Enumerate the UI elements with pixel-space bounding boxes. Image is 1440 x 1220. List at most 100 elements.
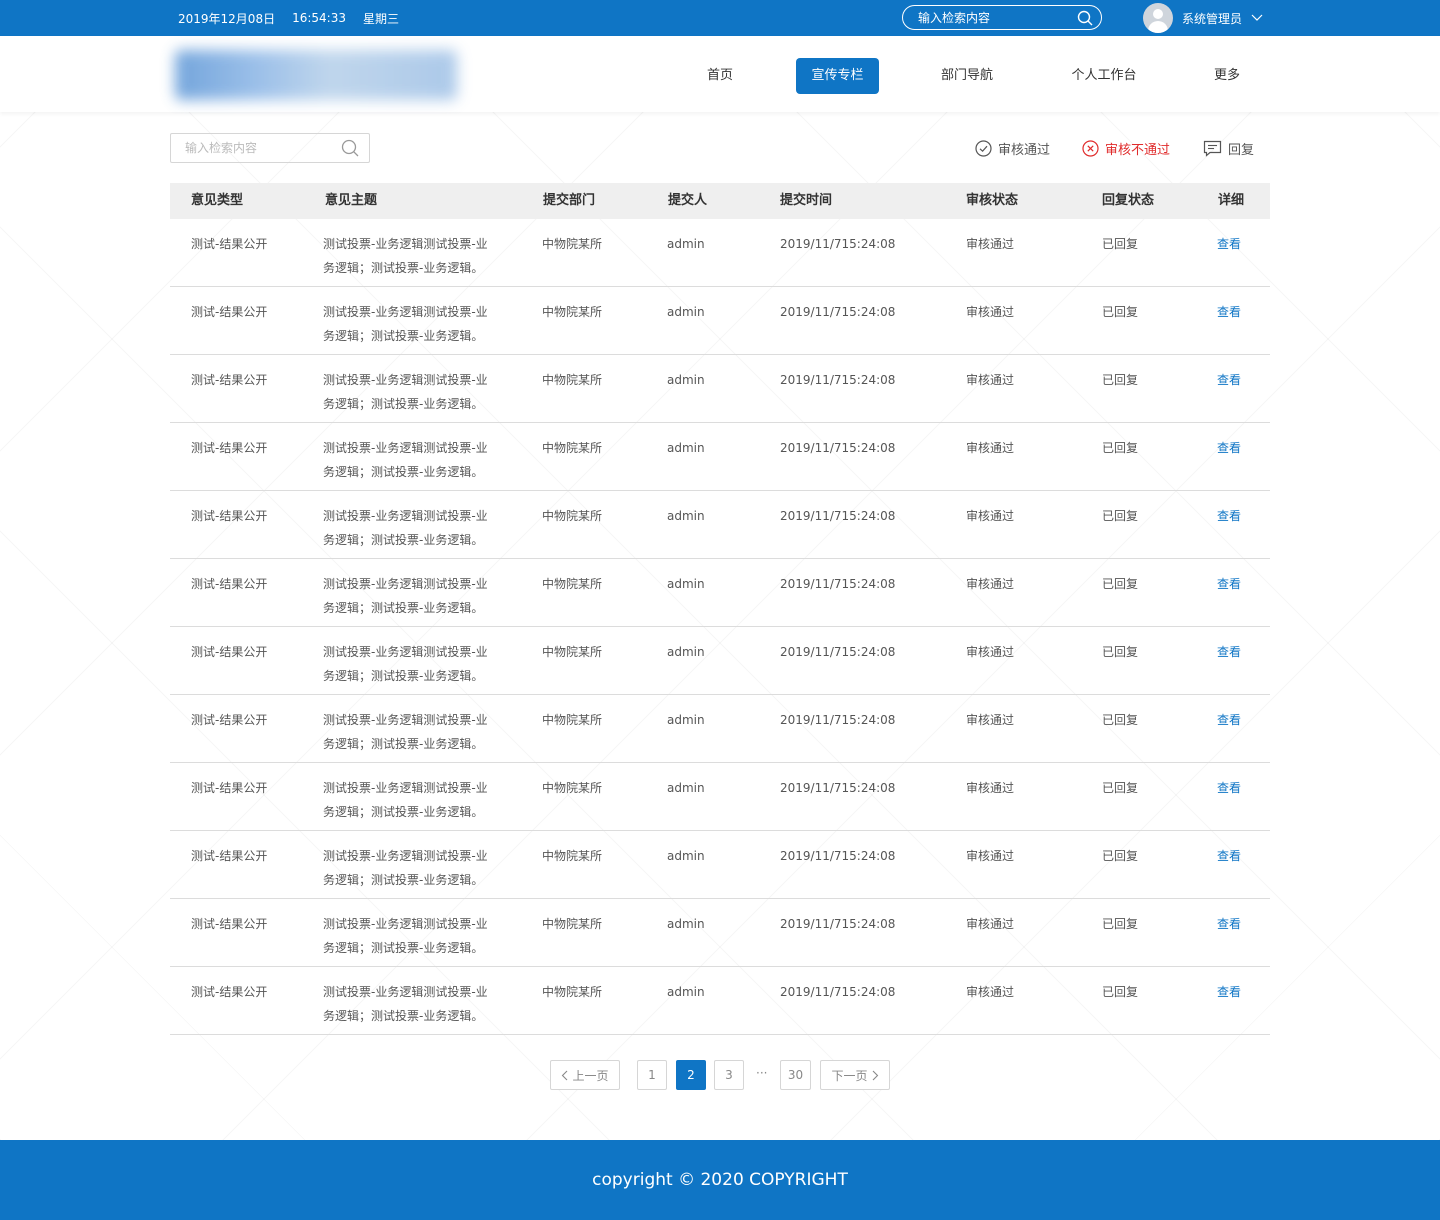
cell-department: 中物院某所 xyxy=(542,849,603,863)
global-search-input[interactable] xyxy=(918,10,1077,25)
cell-topic-line: 务逻辑；测试投票-业务逻辑。 xyxy=(323,329,484,343)
view-link[interactable]: 查看 xyxy=(1217,640,1241,664)
view-link[interactable]: 查看 xyxy=(1217,980,1241,1004)
view-link[interactable]: 查看 xyxy=(1217,776,1241,800)
search-icon[interactable] xyxy=(1077,10,1093,26)
cell-reply-status: 已回复 xyxy=(1102,645,1139,659)
cell-topic: 测试投票-业务逻辑测试投票-业 务逻辑；测试投票-业务逻辑。 xyxy=(323,232,498,280)
nav-item-publicity[interactable]: 宣传专栏 xyxy=(796,58,879,94)
view-link[interactable]: 查看 xyxy=(1217,912,1241,936)
cell-topic: 测试投票-业务逻辑测试投票-业 务逻辑；测试投票-业务逻辑。 xyxy=(323,572,498,620)
nav-item-departments[interactable]: 部门导航 xyxy=(927,58,1007,94)
table-row: 测试-结果公开 测试投票-业务逻辑测试投票-业 务逻辑；测试投票-业务逻辑。 中物院某… xyxy=(170,967,1270,1035)
chevron-down-icon[interactable] xyxy=(1251,14,1263,22)
cell-audit-status: 审核通过 xyxy=(966,849,1015,863)
cell-reply-status: 已回复 xyxy=(1102,373,1139,387)
cell-topic-line: 务逻辑；测试投票-业务逻辑。 xyxy=(323,533,484,547)
prev-page-button[interactable]: 上一页 xyxy=(550,1060,620,1090)
cell-submitter: admin xyxy=(667,645,705,659)
cell-type: 测试-结果公开 xyxy=(191,645,268,659)
column-header-type: 意见类型 xyxy=(191,193,244,208)
view-link[interactable]: 查看 xyxy=(1217,708,1241,732)
cell-time: 2019/11/715:24:08 xyxy=(780,509,896,523)
view-link[interactable]: 查看 xyxy=(1217,572,1241,596)
cell-time: 2019/11/715:24:08 xyxy=(780,645,896,659)
cell-type: 测试-结果公开 xyxy=(191,917,268,931)
view-link[interactable]: 查看 xyxy=(1217,300,1241,324)
cell-department: 中物院某所 xyxy=(542,237,603,251)
cell-type: 测试-结果公开 xyxy=(191,509,268,523)
approve-label: 审核通过 xyxy=(998,142,1051,158)
cell-audit-status: 审核通过 xyxy=(966,237,1015,251)
cell-type: 测试-结果公开 xyxy=(191,849,268,863)
nav-item-home[interactable]: 首页 xyxy=(690,58,750,94)
cell-department: 中物院某所 xyxy=(542,781,603,795)
page-button-3[interactable]: 3 xyxy=(714,1060,744,1090)
cell-topic-line: 测试投票-业务逻辑测试投票-业 xyxy=(323,849,488,863)
cell-department: 中物院某所 xyxy=(542,985,603,999)
cell-topic-line: 测试投票-业务逻辑测试投票-业 xyxy=(323,985,488,999)
next-page-button[interactable]: 下一页 xyxy=(820,1060,890,1090)
view-link[interactable]: 查看 xyxy=(1217,368,1241,392)
cell-submitter: admin xyxy=(667,305,705,319)
message-icon xyxy=(1203,140,1222,157)
current-time: 16:54:33 xyxy=(292,11,346,25)
reply-button[interactable]: 回复 xyxy=(1203,137,1254,159)
main-nav: 首页 宣传专栏 部门导航 个人工作台 更多 xyxy=(0,58,1440,94)
cell-topic-line: 务逻辑；测试投票-业务逻辑。 xyxy=(323,737,484,751)
cell-topic-line: 测试投票-业务逻辑测试投票-业 xyxy=(323,781,488,795)
page-button-1[interactable]: 1 xyxy=(637,1060,667,1090)
cell-time: 2019/11/715:24:08 xyxy=(780,305,896,319)
page-button-2[interactable]: 2 xyxy=(676,1060,706,1090)
current-weekday: 星期三 xyxy=(363,11,400,26)
nav-item-more[interactable]: 更多 xyxy=(1197,58,1257,94)
cell-topic-line: 务逻辑；测试投票-业务逻辑。 xyxy=(323,805,484,819)
cell-time: 2019/11/715:24:08 xyxy=(780,577,896,591)
cell-submitter: admin xyxy=(667,373,705,387)
page-button-last[interactable]: 30 xyxy=(780,1060,811,1090)
user-menu[interactable]: 系统管理员 xyxy=(1143,0,1263,36)
cell-submitter: admin xyxy=(667,849,705,863)
opinion-table: 意见类型 意见主题 提交部门 提交人 提交时间 审核状态 回复状态 详细 测试-… xyxy=(170,183,1270,1035)
list-search-input[interactable] xyxy=(185,141,341,155)
pagination: 上一页 1 2 3 ··· 30 下一页 xyxy=(0,1060,1440,1090)
cell-time: 2019/11/715:24:08 xyxy=(780,917,896,931)
cell-reply-status: 已回复 xyxy=(1102,849,1139,863)
datetime-display: 2019年12月08日 16:54:33 星期三 xyxy=(178,0,399,36)
nav-item-workspace[interactable]: 个人工作台 xyxy=(1059,58,1149,94)
avatar[interactable] xyxy=(1143,3,1173,33)
table-row: 测试-结果公开 测试投票-业务逻辑测试投票-业 务逻辑；测试投票-业务逻辑。 中物院某… xyxy=(170,695,1270,763)
cell-audit-status: 审核通过 xyxy=(966,713,1015,727)
cell-department: 中物院某所 xyxy=(542,713,603,727)
cell-reply-status: 已回复 xyxy=(1102,509,1139,523)
cell-topic-line: 测试投票-业务逻辑测试投票-业 xyxy=(323,645,488,659)
user-name[interactable]: 系统管理员 xyxy=(1182,10,1242,27)
cell-topic: 测试投票-业务逻辑测试投票-业 务逻辑；测试投票-业务逻辑。 xyxy=(323,504,498,552)
cell-time: 2019/11/715:24:08 xyxy=(780,237,896,251)
cell-topic: 测试投票-业务逻辑测试投票-业 务逻辑；测试投票-业务逻辑。 xyxy=(323,368,498,416)
view-link[interactable]: 查看 xyxy=(1217,504,1241,528)
cell-reply-status: 已回复 xyxy=(1102,237,1139,251)
cell-type: 测试-结果公开 xyxy=(191,713,268,727)
cell-topic-line: 测试投票-业务逻辑测试投票-业 xyxy=(323,509,488,523)
copyright-text: copyright © 2020 COPYRIGHT xyxy=(592,1170,848,1190)
cell-topic-line: 测试投票-业务逻辑测试投票-业 xyxy=(323,577,488,591)
search-icon[interactable] xyxy=(341,139,359,157)
view-link[interactable]: 查看 xyxy=(1217,232,1241,256)
column-header-reply: 回复状态 xyxy=(1102,193,1155,208)
reject-button[interactable]: 审核不通过 xyxy=(1082,137,1170,159)
cell-topic-line: 测试投票-业务逻辑测试投票-业 xyxy=(323,917,488,931)
view-link[interactable]: 查看 xyxy=(1217,844,1241,868)
column-header-time: 提交时间 xyxy=(780,193,833,208)
cell-audit-status: 审核通过 xyxy=(966,781,1015,795)
table-header: 意见类型 意见主题 提交部门 提交人 提交时间 审核状态 回复状态 详细 xyxy=(170,183,1270,219)
cell-topic-line: 测试投票-业务逻辑测试投票-业 xyxy=(323,305,488,319)
cell-audit-status: 审核通过 xyxy=(966,305,1015,319)
view-link[interactable]: 查看 xyxy=(1217,436,1241,460)
approve-button[interactable]: 审核通过 xyxy=(975,137,1050,159)
cell-time: 2019/11/715:24:08 xyxy=(780,781,896,795)
cell-type: 测试-结果公开 xyxy=(191,577,268,591)
cell-reply-status: 已回复 xyxy=(1102,917,1139,931)
table-row: 测试-结果公开 测试投票-业务逻辑测试投票-业 务逻辑；测试投票-业务逻辑。 中物院某… xyxy=(170,763,1270,831)
cell-department: 中物院某所 xyxy=(542,441,603,455)
